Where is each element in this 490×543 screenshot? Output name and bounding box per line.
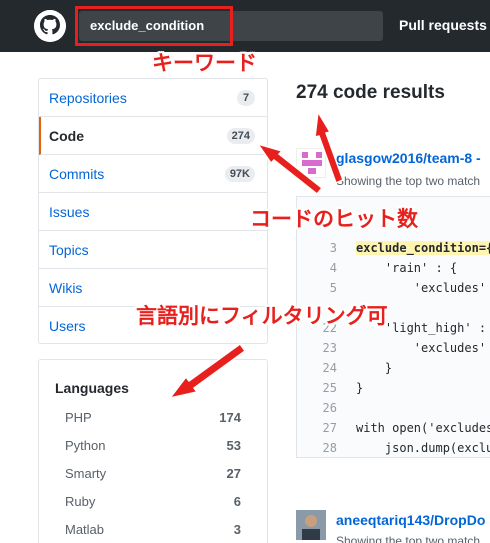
code-line: 5 'excludes' bbox=[297, 278, 490, 298]
language-item-ruby[interactable]: Ruby 6 bbox=[65, 492, 241, 512]
menu-item-topics[interactable]: Topics bbox=[39, 231, 267, 269]
code-text: 'rain' : { bbox=[356, 261, 458, 275]
language-name: Ruby bbox=[65, 494, 96, 509]
menu-item-code[interactable]: Code 274 bbox=[39, 117, 267, 155]
line-number: 23 bbox=[322, 341, 337, 355]
line-number: 3 bbox=[329, 241, 337, 255]
code-text: } bbox=[356, 381, 364, 395]
code-text: json.dump(exclu bbox=[356, 441, 490, 455]
code-line: 23 'excludes' bbox=[297, 338, 490, 358]
line-number: 5 bbox=[329, 281, 337, 295]
language-name: Python bbox=[65, 438, 106, 453]
code-line: 3 exclude_condition={ bbox=[297, 238, 490, 258]
menu-item-label: Wikis bbox=[49, 280, 83, 296]
line-number: 24 bbox=[322, 361, 337, 375]
code-line: 4 'rain' : { bbox=[297, 258, 490, 278]
menu-item-label: Code bbox=[49, 128, 84, 144]
result-repo-link[interactable]: aneeqtariq143/DropDo bbox=[336, 512, 485, 528]
menu-item-issues[interactable]: Issues bbox=[39, 193, 267, 231]
results-count-title: 274 code results bbox=[296, 82, 445, 103]
code-line: 25 } bbox=[297, 378, 490, 398]
line-number: 4 bbox=[329, 261, 337, 275]
user-avatar[interactable] bbox=[296, 510, 326, 540]
annotation-filter: 言語別にフィルタリング可 bbox=[136, 304, 388, 328]
code-line: 28 json.dump(exclu bbox=[297, 438, 490, 457]
language-item-php[interactable]: PHP 174 bbox=[65, 408, 241, 428]
menu-item-counter: 97K bbox=[224, 166, 255, 182]
annotation-keyword: キーワード bbox=[152, 51, 257, 75]
menu-item-counter: 274 bbox=[226, 128, 255, 144]
code-line: 26 bbox=[297, 398, 490, 418]
menu-item-label: Commits bbox=[49, 166, 105, 182]
languages-filter: Languages PHP 174 Python 53 Smarty 27 Ru… bbox=[38, 359, 268, 543]
menu-item-label: Topics bbox=[49, 242, 89, 258]
annotation-search-highlight bbox=[75, 6, 233, 46]
language-name: Matlab bbox=[65, 522, 105, 537]
nav-pull-requests[interactable]: Pull requests bbox=[399, 17, 487, 33]
language-name: Smarty bbox=[65, 466, 107, 481]
language-count: 27 bbox=[226, 466, 241, 481]
code-text: } bbox=[356, 361, 393, 375]
result-match-text: Showing the top two match bbox=[336, 534, 481, 543]
language-item-python[interactable]: Python 53 bbox=[65, 436, 241, 456]
code-text: exclude_condition={ bbox=[356, 241, 490, 255]
menu-item-repositories[interactable]: Repositories 7 bbox=[39, 79, 267, 117]
code-line: 24 } bbox=[297, 358, 490, 378]
line-number: 26 bbox=[322, 401, 337, 415]
code-text: 'excludes' bbox=[356, 281, 487, 295]
menu-item-commits[interactable]: Commits 97K bbox=[39, 155, 267, 193]
menu-item-label: Issues bbox=[49, 204, 90, 220]
language-count: 174 bbox=[219, 410, 241, 425]
github-logo-icon[interactable] bbox=[34, 10, 66, 42]
language-item-smarty[interactable]: Smarty 27 bbox=[65, 464, 241, 484]
menu-item-counter: 7 bbox=[237, 90, 255, 106]
language-item-matlab[interactable]: Matlab 3 bbox=[65, 520, 241, 540]
line-number: 25 bbox=[322, 381, 337, 395]
line-number: 27 bbox=[322, 421, 337, 435]
code-line: 27 with open('excludes bbox=[297, 418, 490, 438]
menu-item-label: Users bbox=[49, 318, 86, 334]
language-count: 6 bbox=[233, 494, 241, 509]
language-name: PHP bbox=[65, 410, 92, 425]
top-header: exclude_condition Pull requests bbox=[0, 0, 490, 52]
language-count: 53 bbox=[226, 438, 241, 453]
code-text: with open('excludes bbox=[356, 421, 490, 435]
repo-avatar-identicon[interactable] bbox=[296, 148, 326, 178]
languages-title: Languages bbox=[55, 380, 129, 396]
language-count: 3 bbox=[233, 522, 241, 537]
annotation-hit-count: コードのヒット数 bbox=[250, 207, 418, 231]
result-match-text: Showing the top two match bbox=[336, 174, 481, 188]
result-repo-link[interactable]: glasgow2016/team-8 - bbox=[336, 150, 481, 166]
code-text: 'excludes' bbox=[356, 341, 487, 355]
line-number: 28 bbox=[322, 441, 337, 455]
menu-item-label: Repositories bbox=[49, 90, 127, 106]
